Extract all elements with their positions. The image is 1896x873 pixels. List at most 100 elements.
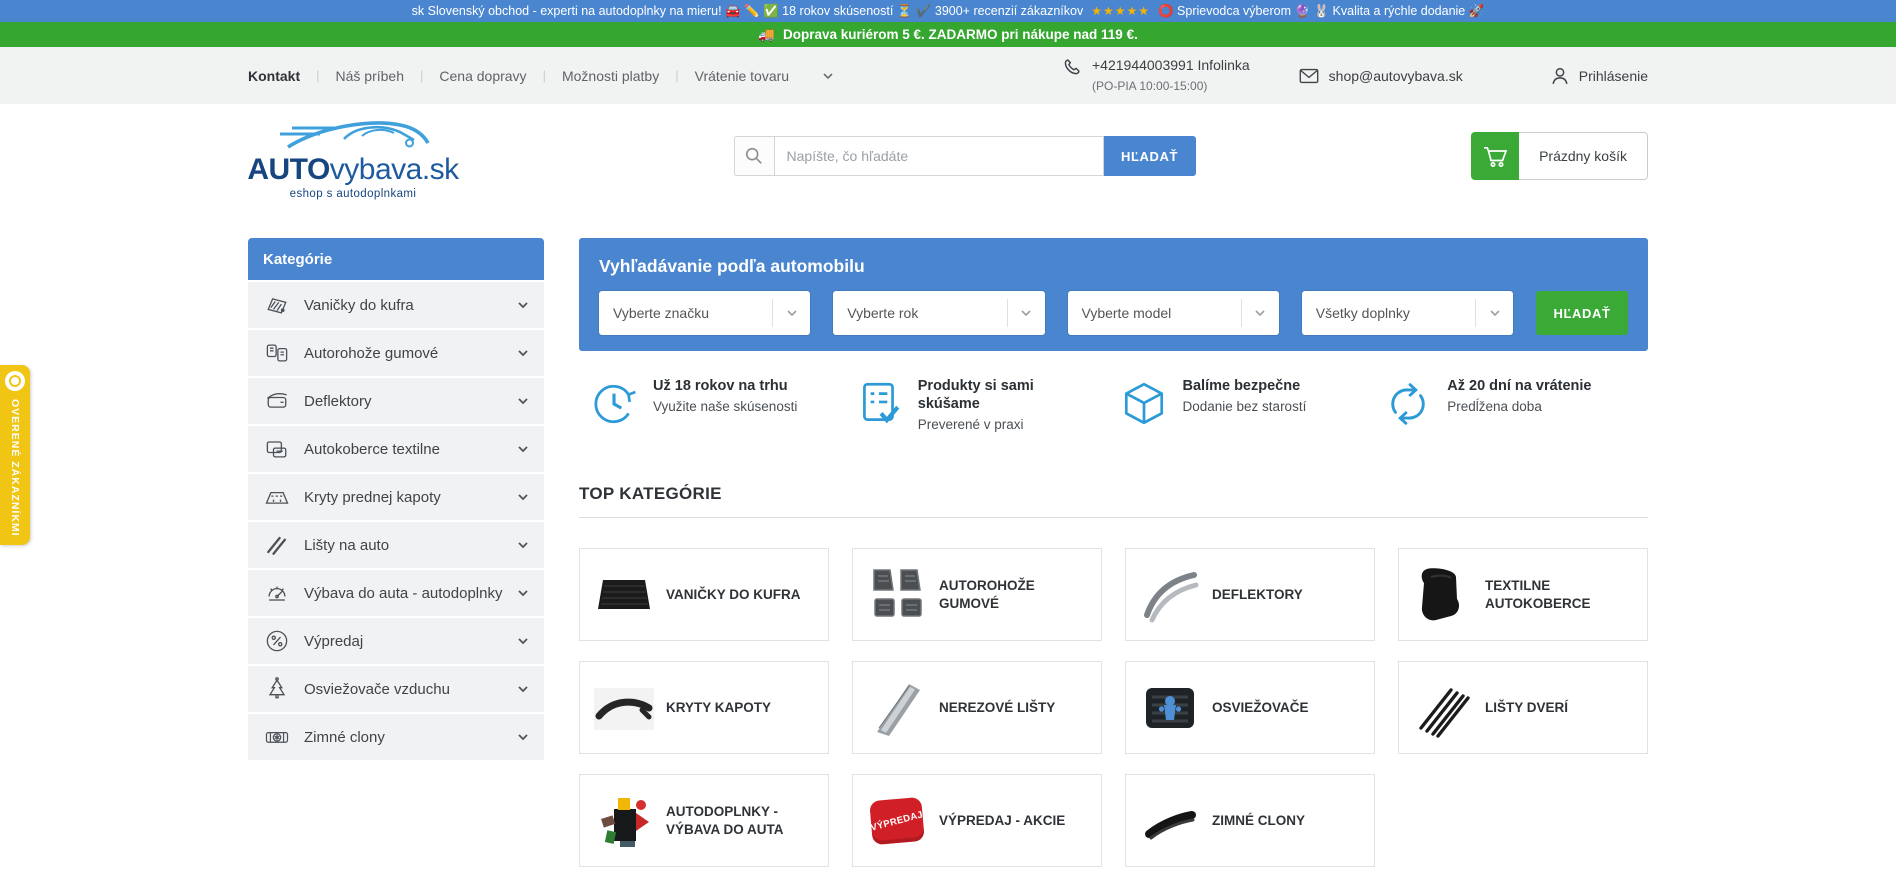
year-select[interactable]: Vyberte rok bbox=[833, 291, 1045, 335]
sidebar-item-label: Výpredaj bbox=[304, 632, 364, 650]
sidebar-item-autokoberce-textilne[interactable]: Autokoberce textilne bbox=[248, 426, 544, 472]
sale-badge-text: VÝPREDAJ bbox=[869, 808, 925, 834]
nav-link-cena-dopravy[interactable]: Cena dopravy bbox=[439, 68, 526, 84]
nav-link-vratenie-tovaru[interactable]: Vrátenie tovaru bbox=[695, 68, 789, 84]
gauge-icon bbox=[262, 579, 292, 607]
air-freshener-image bbox=[1138, 676, 1202, 740]
category-card-vypredaj[interactable]: VÝPREDAJ VÝPREDAJ - AKCIE bbox=[852, 774, 1102, 868]
cart-widget[interactable]: Prázdny košík bbox=[1471, 132, 1648, 180]
textile-mats-icon bbox=[262, 435, 292, 463]
verified-badge-text: OVERENÉ ZÁKAZNÍKMI bbox=[9, 399, 21, 537]
chevron-down-icon bbox=[516, 538, 530, 552]
feature-title: Až 20 dní na vrátenie bbox=[1447, 378, 1592, 394]
chevron-down-icon bbox=[516, 682, 530, 696]
chevron-down-icon bbox=[516, 634, 530, 648]
verified-customers-badge[interactable]: OVERENÉ ZÁKAZNÍKMI bbox=[0, 365, 30, 545]
cart-label: Prázdny košík bbox=[1519, 132, 1648, 180]
category-card-label: AUTODOPLNKY - VÝBAVA DO AUTA bbox=[666, 804, 784, 837]
sidebar-item-osviezovace-vzduchu[interactable]: Osviežovače vzduchu bbox=[248, 666, 544, 712]
rubber-mats-image bbox=[865, 563, 929, 627]
email-text: shop@autovybava.sk bbox=[1328, 67, 1463, 84]
feature-subtitle: Predĺžena doba bbox=[1447, 399, 1542, 415]
login-button[interactable]: Prihlásenie bbox=[1549, 65, 1648, 87]
category-card-listy-dveri[interactable]: LIŠTY DVERÍ bbox=[1398, 661, 1648, 755]
category-card-textilne[interactable]: TEXTILNE AUTOKOBERCE bbox=[1398, 548, 1648, 642]
hood-cover-image bbox=[592, 676, 656, 740]
email-contact[interactable]: shop@autovybava.sk bbox=[1298, 67, 1463, 85]
sidebar-item-vybava-do-auta[interactable]: Výbava do auta - autodoplnky bbox=[248, 570, 544, 616]
chevron-down-icon bbox=[516, 586, 530, 600]
sidebar-item-autorohoze-gumove[interactable]: Autorohože gumové bbox=[248, 330, 544, 376]
chevron-down-icon bbox=[516, 346, 530, 360]
features-row: Už 18 rokov na trhu Využite naše skúseno… bbox=[579, 377, 1648, 432]
category-card-label: ZIMNÉ CLONY bbox=[1212, 812, 1305, 828]
accessory-select-value: Všetky doplnky bbox=[1315, 305, 1410, 321]
brand-select-value: Vyberte značku bbox=[613, 305, 709, 321]
category-card-autodoplnky[interactable]: AUTODOPLNKY - VÝBAVA DO AUTA bbox=[579, 774, 829, 868]
sidebar-item-label: Kryty prednej kapoty bbox=[304, 488, 441, 506]
nav-link-kontakt[interactable]: Kontakt bbox=[248, 68, 300, 84]
clock-icon bbox=[589, 379, 639, 429]
accessories-image bbox=[592, 789, 656, 853]
category-card-autorohoze[interactable]: AUTOROHOŽE GUMOVÉ bbox=[852, 548, 1102, 642]
nav-separator: | bbox=[542, 68, 546, 83]
category-card-zimne-clony[interactable]: ZIMNÉ CLONY bbox=[1125, 774, 1375, 868]
sidebar-item-vypredaj[interactable]: Výpredaj bbox=[248, 618, 544, 664]
sale-badge-image: VÝPREDAJ bbox=[865, 789, 929, 853]
sidebar-item-deflektory[interactable]: Deflektory bbox=[248, 378, 544, 424]
rubber-mats-icon bbox=[262, 339, 292, 367]
logo-title-rest: vybava.sk bbox=[329, 152, 459, 186]
category-card-nerezove-listy[interactable]: NEREZOVÉ LIŠTY bbox=[852, 661, 1102, 755]
package-icon bbox=[1119, 379, 1169, 429]
category-card-osviezovace[interactable]: OSVIEŽOVAČE bbox=[1125, 661, 1375, 755]
search-input[interactable] bbox=[773, 136, 1104, 176]
site-logo[interactable]: AUTOvybava.sk eshop s autodoplnkami bbox=[247, 113, 459, 200]
logo-subtitle: eshop s autodoplnkami bbox=[289, 187, 417, 200]
search-bar: HĽADAŤ bbox=[733, 136, 1196, 176]
truck-icon: 🚚 bbox=[758, 26, 775, 42]
category-card-label: KRYTY KAPOTY bbox=[666, 699, 772, 715]
feature-packaging: Balíme bezpečne Dodanie bez starostí bbox=[1119, 377, 1384, 432]
nav-link-moznosti-platby[interactable]: Možnosti platby bbox=[562, 68, 659, 84]
sidebar-item-label: Vaničky do kufra bbox=[304, 296, 414, 314]
hood-cover-icon bbox=[262, 483, 292, 511]
chevron-down-icon bbox=[516, 394, 530, 408]
chevron-down-icon bbox=[772, 299, 810, 327]
brand-select[interactable]: Vyberte značku bbox=[599, 291, 811, 335]
accessory-select[interactable]: Všetky doplnky bbox=[1301, 291, 1513, 335]
sidebar-item-label: Lišty na auto bbox=[304, 536, 390, 554]
chevron-down-icon bbox=[516, 442, 530, 456]
category-card-label: NEREZOVÉ LIŠTY bbox=[939, 699, 1056, 715]
chevron-down-icon bbox=[516, 730, 530, 744]
feature-returns: Až 20 dní na vrátenie Predĺžena doba bbox=[1383, 377, 1648, 432]
nav-links: Kontakt | Náš príbeh | Cena dopravy | Mo… bbox=[248, 68, 835, 84]
phone-contact[interactable]: +421944003991 Infolinka (PO-PIA 10:00-15… bbox=[1061, 56, 1250, 96]
logo-car-icon bbox=[258, 113, 448, 155]
category-card-deflektory[interactable]: DEFLEKTORY bbox=[1125, 548, 1375, 642]
feature-tested: Produkty si sami skúšame Preverené v pra… bbox=[854, 377, 1119, 432]
winter-screen-image bbox=[1138, 789, 1202, 853]
car-search-button[interactable]: HĽADAŤ bbox=[1536, 291, 1628, 335]
chevron-down-icon bbox=[1240, 299, 1279, 327]
category-card-label: DEFLEKTORY bbox=[1212, 586, 1303, 602]
sidebar-item-zimne-clony[interactable]: Zimné clony bbox=[248, 714, 544, 760]
mail-icon bbox=[1298, 67, 1320, 85]
sidebar-item-listy-na-auto[interactable]: Lišty na auto bbox=[248, 522, 544, 568]
category-card-vanicky[interactable]: VANIČKY DO KUFRA bbox=[579, 548, 829, 642]
content: Kategórie Vaničky do kufra Autorohože gu… bbox=[0, 208, 1896, 868]
phone-hours: (PO-PIA 10:00-15:00) bbox=[1092, 78, 1208, 93]
category-grid: VANIČKY DO KUFRA AUTOROHOŽE GUMOVÉ DEFLE… bbox=[579, 548, 1648, 868]
shipping-text: Doprava kuriérom 5 €. ZADARMO pri nákupe… bbox=[782, 27, 1138, 42]
percent-icon bbox=[262, 627, 292, 655]
category-card-kryty-kapoty[interactable]: KRYTY KAPOTY bbox=[579, 661, 829, 755]
trim-strips-icon bbox=[262, 531, 292, 559]
sidebar-item-kryty-prednej-kapoty[interactable]: Kryty prednej kapoty bbox=[248, 474, 544, 520]
air-freshener-tree-icon bbox=[262, 675, 292, 703]
sidebar-item-vanicky-do-kufra[interactable]: Vaničky do kufra bbox=[248, 282, 544, 328]
sidebar-item-label: Osviežovače vzduchu bbox=[304, 680, 450, 698]
nav-link-nas-pribeh[interactable]: Náš príbeh bbox=[336, 68, 404, 84]
search-button[interactable]: HĽADAŤ bbox=[1103, 136, 1196, 176]
nav-more-chevron-icon[interactable] bbox=[821, 69, 835, 83]
model-select[interactable]: Vyberte model bbox=[1067, 291, 1279, 335]
user-icon bbox=[1549, 65, 1571, 87]
